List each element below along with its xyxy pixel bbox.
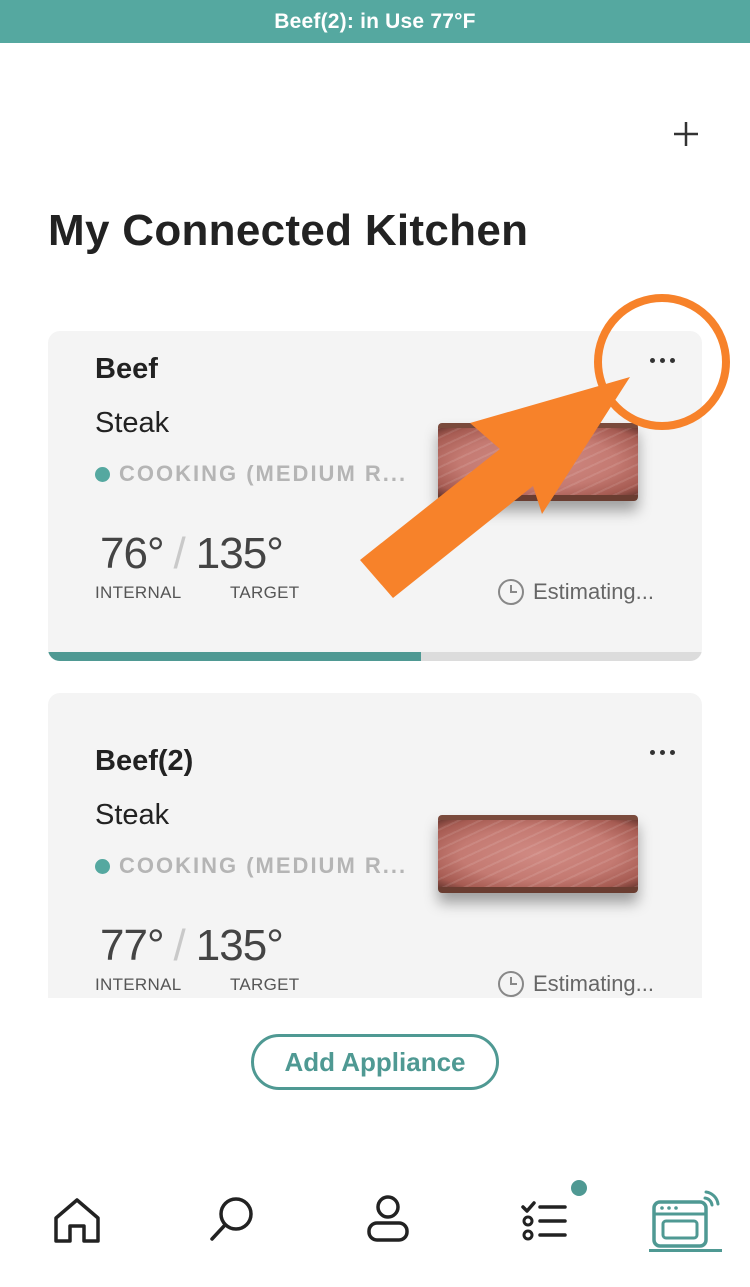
internal-temp: 77° xyxy=(100,921,165,970)
status-banner-text: Beef(2): in Use 77°F xyxy=(274,9,476,33)
temp-separator: / xyxy=(173,529,186,578)
tab-profile[interactable] xyxy=(348,1180,428,1260)
clock-icon xyxy=(497,971,524,997)
home-icon xyxy=(54,1198,100,1243)
cooking-status: COOKING (MEDIUM R... xyxy=(95,853,407,879)
cook-progress-fill xyxy=(48,652,421,661)
dot xyxy=(669,749,675,755)
status-banner[interactable]: Beef(2): in Use 77°F xyxy=(0,0,750,43)
dot xyxy=(649,749,655,755)
food-name: Steak xyxy=(95,407,170,439)
target-temp: 135° xyxy=(195,529,284,578)
add-appliance-label: Add Appliance xyxy=(284,1046,466,1077)
profile-icon xyxy=(367,1195,409,1242)
clock-icon xyxy=(497,579,524,605)
tab-search[interactable] xyxy=(192,1180,272,1260)
dot xyxy=(659,357,665,363)
temperature-readout: 77° / 135° xyxy=(100,921,284,971)
internal-label: INTERNAL xyxy=(95,975,182,994)
dot xyxy=(669,357,675,363)
time-estimate-text: Estimating... xyxy=(532,579,654,604)
probe-card[interactable]: Beef Steak COOKING (MEDIUM R... 76° / 13… xyxy=(48,331,702,661)
time-estimate: Estimating... xyxy=(497,970,654,998)
steak-image xyxy=(438,815,638,893)
plus-icon xyxy=(674,122,698,146)
more-options-button[interactable] xyxy=(642,737,682,767)
cook-progress-bar xyxy=(48,652,702,661)
add-button[interactable] xyxy=(664,112,708,156)
target-label: TARGET xyxy=(230,583,300,602)
time-estimate: Estimating... xyxy=(497,578,654,606)
probe-name: Beef xyxy=(95,353,158,385)
food-name: Steak xyxy=(95,799,170,831)
cooking-status: COOKING (MEDIUM R... xyxy=(95,461,407,487)
target-label: TARGET xyxy=(230,975,300,994)
page-title: My Connected Kitchen xyxy=(48,206,529,255)
status-text: COOKING (MEDIUM R... xyxy=(119,461,408,486)
probe-name: Beef(2) xyxy=(95,745,194,777)
temperature-readout: 76° / 135° xyxy=(100,529,284,579)
steak-image xyxy=(438,423,638,501)
search-icon xyxy=(210,1197,253,1241)
probe-card[interactable]: Beef(2) Steak COOKING (MEDIUM R... 77° /… xyxy=(48,693,702,998)
status-text: COOKING (MEDIUM R... xyxy=(119,853,408,878)
appliance-icon xyxy=(652,1190,720,1248)
status-dot xyxy=(95,466,110,482)
bottom-tab-bar xyxy=(0,1170,750,1287)
tab-home[interactable] xyxy=(37,1180,117,1260)
notification-dot xyxy=(571,1180,587,1196)
active-tab-indicator xyxy=(649,1249,722,1252)
add-appliance-button[interactable]: Add Appliance xyxy=(251,1034,499,1090)
internal-label: INTERNAL xyxy=(95,583,182,602)
target-temp: 135° xyxy=(195,921,284,970)
temp-separator: / xyxy=(173,921,186,970)
more-options-button[interactable] xyxy=(642,345,682,375)
dot xyxy=(659,749,665,755)
internal-temp: 76° xyxy=(100,529,165,578)
checklist-icon xyxy=(521,1201,567,1241)
tab-appliances[interactable] xyxy=(644,1180,724,1260)
time-estimate-text: Estimating... xyxy=(532,971,654,996)
dot xyxy=(649,357,655,363)
status-dot xyxy=(95,858,110,874)
